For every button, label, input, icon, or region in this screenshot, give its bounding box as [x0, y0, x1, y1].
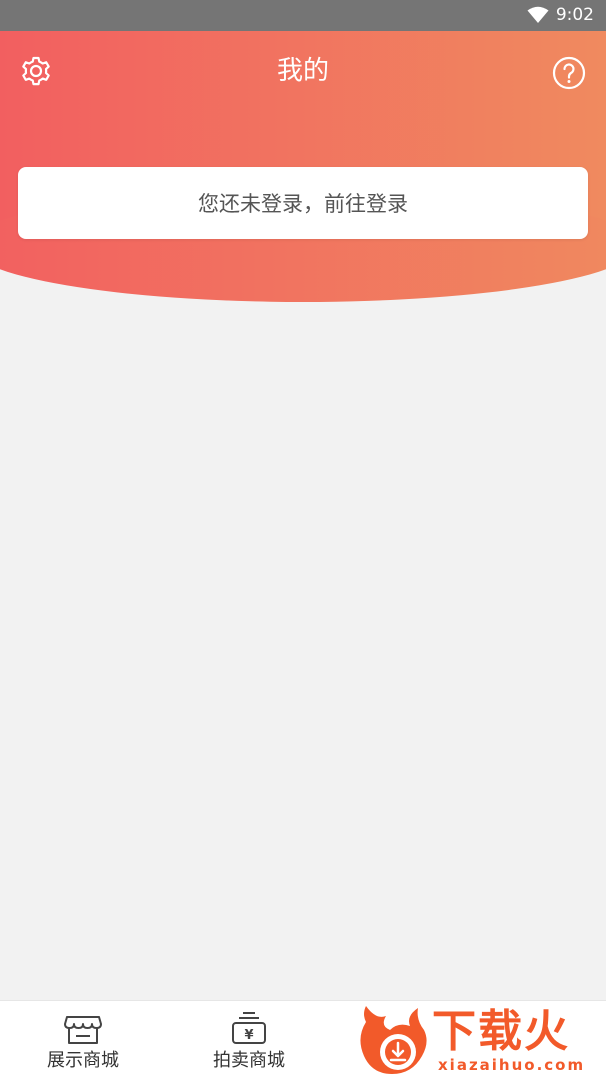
profile-screen: 9:02 我的 您还未登录，前往登录 展示商城 ¥ 拍卖商城 下载火 xiaza…: [0, 0, 606, 1080]
status-time: 9:02: [555, 5, 594, 25]
nav-label: 拍卖商城: [213, 1050, 285, 1071]
nav-item-auction-mall[interactable]: ¥ 拍卖商城: [166, 1001, 332, 1080]
wifi-icon: [527, 6, 549, 23]
nav-label: 展示商城: [47, 1050, 119, 1071]
nav-item-showcase-mall[interactable]: 展示商城: [0, 1001, 166, 1080]
svg-text:¥: ¥: [244, 1028, 253, 1043]
storefront-icon: [64, 1016, 102, 1044]
flame-logo-icon: [360, 1006, 427, 1074]
watermark-subtext: xiazaihuo.com: [438, 1056, 586, 1074]
auction-icon: ¥: [232, 1012, 266, 1044]
page-title: 我的: [276, 56, 329, 86]
header: 我的 您还未登录，前往登录: [0, 31, 606, 301]
watermark-text: 下载火: [432, 1006, 570, 1057]
question-circle-icon[interactable]: [552, 56, 586, 90]
watermark-logo: 下载火 xiazaihuo.com: [358, 1000, 606, 1080]
status-bar: 9:02: [0, 0, 606, 31]
login-button[interactable]: 您还未登录，前往登录: [18, 167, 588, 239]
